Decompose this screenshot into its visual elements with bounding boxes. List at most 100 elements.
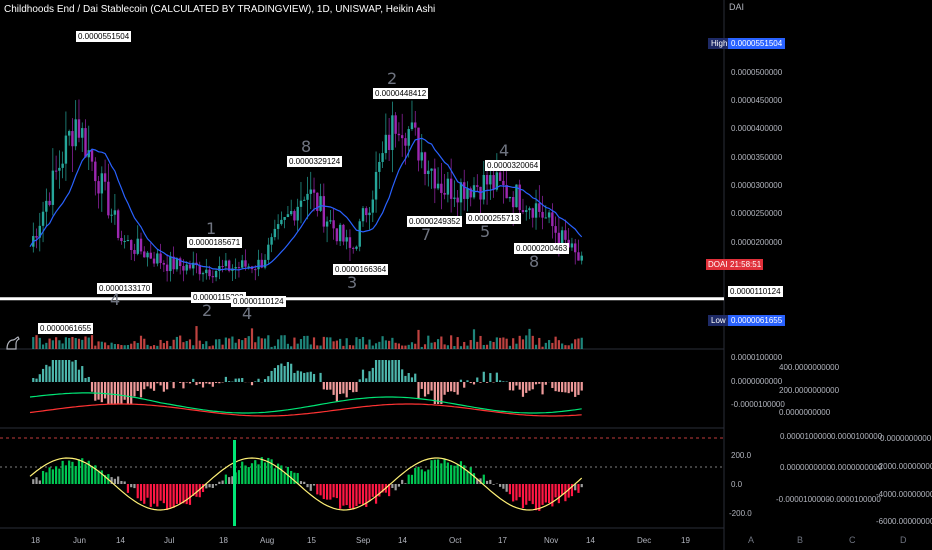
oscillator-bar [299,481,303,484]
candle-body [365,208,368,216]
oscillator-bar [77,459,81,484]
x-tick: 19 [681,536,690,545]
oscillator-bar [492,484,495,485]
x-tick: 14 [116,536,125,545]
volume-bar [254,342,257,349]
oscillator-bar [32,479,35,484]
oscillator-bar [544,484,547,503]
macd-histogram-bar [570,382,574,392]
oscillator-bar [404,483,407,484]
volume-bar [368,339,371,349]
pane-icon-b[interactable]: B [797,535,803,545]
candle-body [303,199,306,201]
oscillator-bar [401,479,404,484]
macd-histogram-bar [90,382,94,392]
candle-body [165,264,169,272]
macd-histogram-bar [107,382,110,404]
macd-histogram-bar [32,378,35,382]
macd-histogram-bar [574,382,577,397]
volume-bar [378,341,381,349]
symbol-header[interactable]: Childhoods End / Dai Stablecoin (CALCULA… [4,4,435,15]
volume-bar [404,345,407,349]
volume-bar [551,342,554,349]
volume-bar [499,337,502,349]
volume-bar [309,344,312,349]
volume-bar [188,339,192,349]
volume-bar [521,339,525,349]
macd-histogram-bar [417,382,420,399]
oscillator-signal-line [29,457,583,511]
volume-bar [397,343,401,349]
macd-histogram-bar [263,379,267,382]
osc-tick: 0.0 [731,480,743,489]
volume-bar [371,345,374,349]
volume-bar [515,343,518,349]
macd-histogram-bar [241,378,244,382]
volume-bar [162,343,165,349]
volume-bar [208,346,211,349]
macd-histogram-bar [427,382,430,395]
candle-body [397,133,401,136]
macd-histogram-bar [371,367,374,382]
volume-bar [352,345,355,349]
candle-body [276,224,280,229]
oscillator-bar [561,484,564,495]
oscillator-bar [241,461,244,484]
volume-bar [433,342,436,349]
volume-bar [342,345,345,349]
macd-histogram-bar [567,382,570,394]
oscillator-bar [224,474,227,484]
candle-body [485,174,489,185]
macd-histogram-bar [58,360,61,382]
oscillator-bar [482,474,485,484]
volume-bar [303,335,306,349]
volume-bar [472,329,476,349]
oscillator-bar [325,484,329,500]
macd-histogram-bar [561,382,564,393]
macd-histogram-bar [218,382,221,384]
candle-body [456,197,459,203]
volume-bar [283,335,286,349]
candle-body [384,134,388,154]
volume-bar [195,326,198,349]
volume-bar [45,342,48,349]
oscillator-bar [371,484,374,497]
macd-histogram-bar [277,365,280,382]
pane-icon-c[interactable]: C [849,535,856,545]
pivot-label: 0.0000329124 [287,156,343,167]
volume-bar [335,340,338,349]
candle-body [374,171,378,200]
volume-bar [244,337,247,349]
oscillator-bar [293,472,296,484]
macd-histogram-bar [201,382,205,388]
oscillator-bar [48,467,51,484]
macd-histogram-bar [250,382,254,386]
oscillator-bar [169,484,172,508]
volume-bar [459,346,463,349]
candle-body [103,173,107,182]
oscillator-bar [580,484,583,488]
macd-signal-line [29,403,582,417]
candle-body [378,161,381,172]
volume-bar [247,336,250,349]
candle-body [414,122,417,128]
pane-icon-d[interactable]: D [900,535,907,545]
macd-histogram-bar [446,382,449,392]
price-tick: 0.0000300000 [731,181,783,190]
candle-body [466,188,469,199]
candle-body [345,237,348,242]
price-tick: 0.0000450000 [731,96,783,105]
pane-icon-a[interactable]: A [748,535,754,545]
macd-histogram-bar [554,382,557,392]
candle-body [551,212,554,227]
candle-body [371,199,374,213]
wave-count: 2 [387,69,398,88]
candle-body [201,273,205,275]
macd-histogram-bar [440,382,443,404]
macd-histogram-bar [133,382,136,397]
macd-histogram-bar [443,382,446,395]
pivot-label: 0.0000448412 [373,88,429,99]
macd-histogram-bar [521,382,525,397]
macd-histogram-bar [342,382,345,394]
macd-histogram-bar [358,379,361,382]
